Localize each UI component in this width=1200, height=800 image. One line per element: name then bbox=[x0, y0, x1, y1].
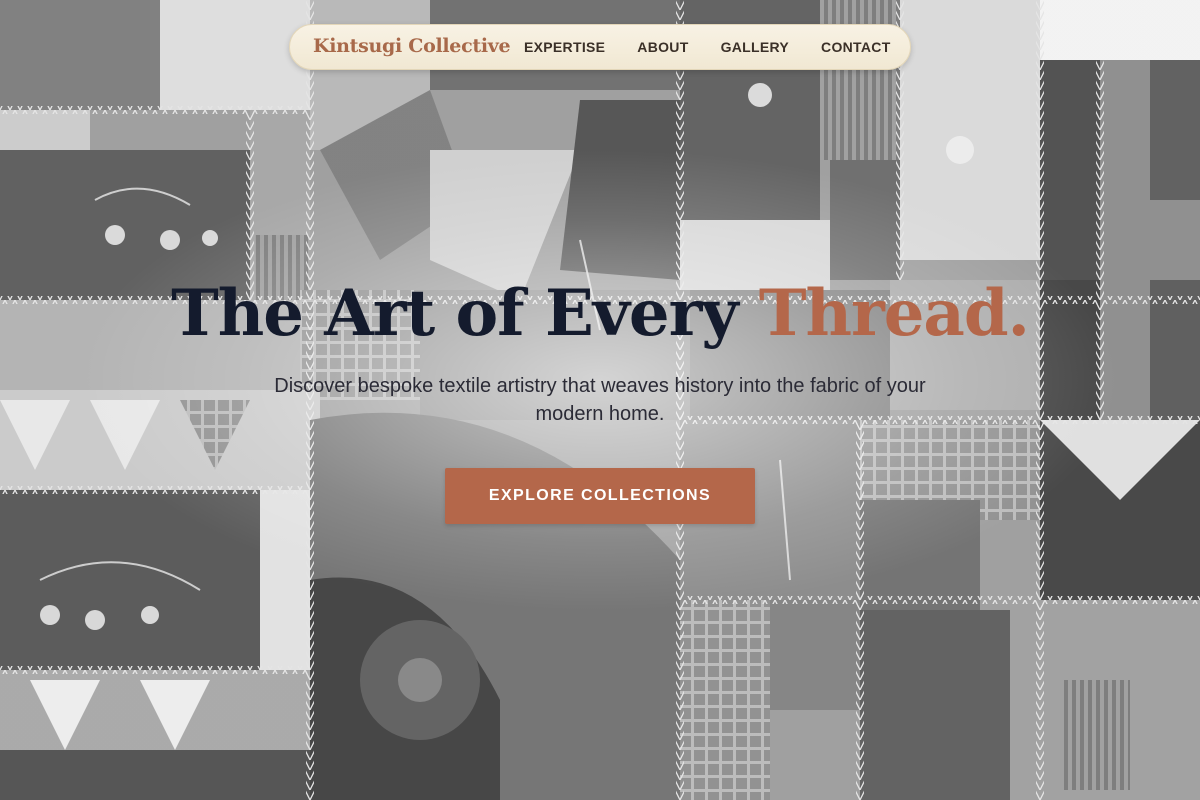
nav-item-contact[interactable]: CONTACT bbox=[821, 39, 891, 55]
nav-item-gallery[interactable]: GALLERY bbox=[721, 39, 789, 55]
hero-headline: The Art of Every Thread. bbox=[0, 272, 1200, 356]
nav-item-expertise[interactable]: EXPERTISE bbox=[524, 39, 605, 55]
hero-subheading: Discover bespoke textile artistry that w… bbox=[274, 375, 926, 425]
nav-links: EXPERTISE ABOUT GALLERY CONTACT bbox=[524, 39, 891, 55]
hero-headline-accent: Thread. bbox=[758, 276, 1030, 351]
top-navbar: Kintsugi Collective EXPERTISE ABOUT GALL… bbox=[289, 24, 911, 70]
hero-headline-main: The Art of Every bbox=[171, 276, 759, 351]
nav-item-about[interactable]: ABOUT bbox=[637, 39, 688, 55]
explore-collections-button[interactable]: EXPLORE COLLECTIONS bbox=[445, 468, 755, 524]
brand-logo[interactable]: Kintsugi Collective bbox=[313, 35, 511, 57]
